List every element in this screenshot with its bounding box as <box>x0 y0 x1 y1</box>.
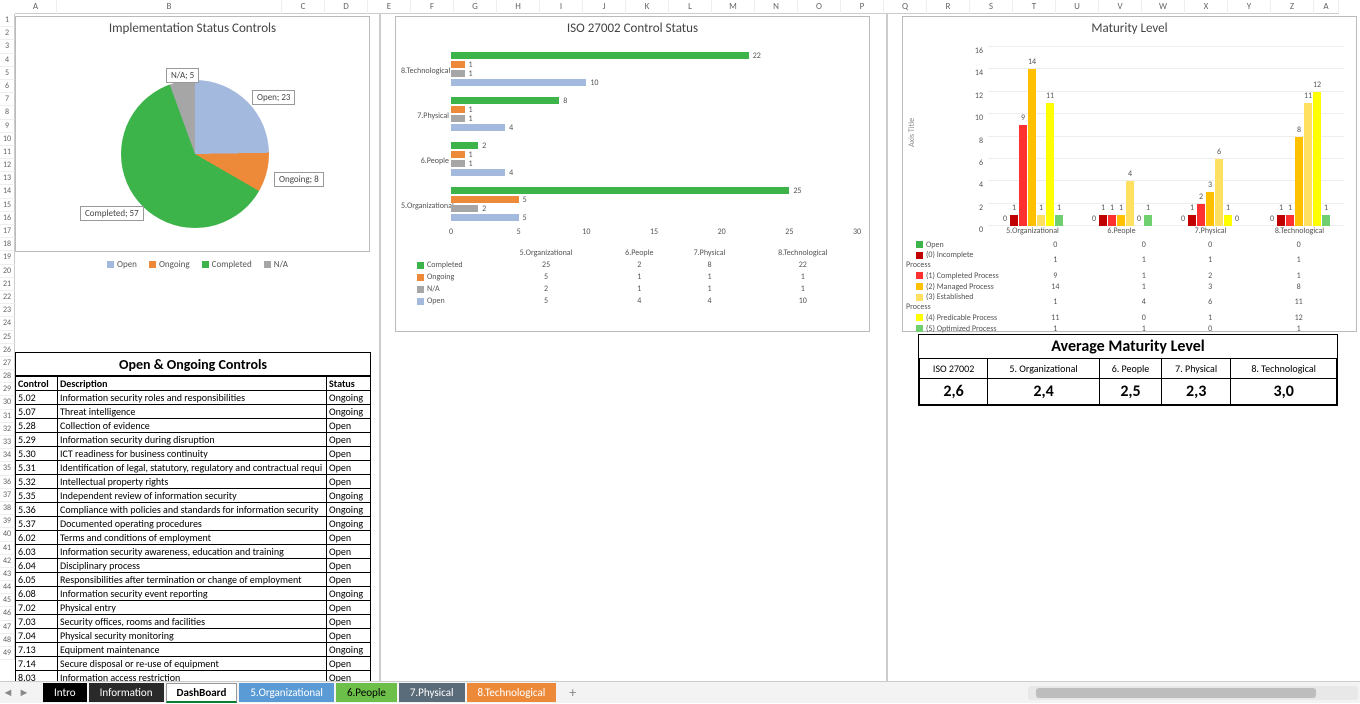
horizontal-scrollbar[interactable] <box>1028 686 1358 700</box>
tab-nav-prev[interactable]: ◄ <box>0 686 16 699</box>
worksheet-area: Implementation Status Controls N/A; 5 Op… <box>15 14 1360 681</box>
tab-organizational[interactable]: 5.Organizational <box>239 683 334 702</box>
avg-maturity-box: Average Maturity Level ISO 270025. Organ… <box>918 334 1338 406</box>
mbar-plot: 01914111101114010123610011811121 <box>988 47 1344 226</box>
tab-dashboard[interactable]: DashBoard <box>166 683 238 703</box>
hbar-data-table: 5.Organizational6.People7.Physical8.Tech… <box>406 247 859 329</box>
chart-title: Implementation Status Controls <box>16 17 369 40</box>
tab-physical[interactable]: 7.Physical <box>399 683 465 702</box>
tab-nav-next[interactable]: ► <box>16 686 32 699</box>
tab-information[interactable]: Information <box>89 683 164 702</box>
pie-label-completed: Completed; 57 <box>80 206 144 221</box>
pane-separator-2 <box>886 14 888 681</box>
tab-people[interactable]: 6.People <box>336 683 397 702</box>
tab-technological[interactable]: 8.Technological <box>467 683 557 702</box>
chart-title: Maturity Level <box>903 17 1356 40</box>
chart-title: ISO 27002 Control Status <box>396 17 869 40</box>
pie-legend: Open Ongoing Completed N/A <box>16 259 369 270</box>
row-headers: 1234567891011121314151617181920212223242… <box>0 14 15 660</box>
hbar-plot: 8.Technological2211107.Physical81146.Peo… <box>451 52 857 231</box>
y-axis-title: Axis Title <box>907 118 917 147</box>
mbar-data-table: Open0000(0) Incomplete Process1111(1) Co… <box>905 239 1354 329</box>
pie-area: N/A; 5 Open; 23 Ongoing; 8 Completed; 57… <box>16 40 369 274</box>
open-ongoing-table[interactable]: ControlDescriptionStatus5.02Information … <box>15 376 371 699</box>
pie-label-open: Open; 23 <box>252 90 295 105</box>
mbar-yaxis: 0246810121416 <box>963 47 985 226</box>
avg-maturity-title: Average Maturity Level <box>919 335 1337 358</box>
hbar-xaxis: 051015202530 <box>451 227 857 239</box>
tab-intro[interactable]: Intro <box>43 683 87 702</box>
pie-label-na: N/A; 5 <box>166 68 199 83</box>
tab-add[interactable]: + <box>558 681 587 704</box>
avg-maturity-table: ISO 270025. Organizational6. People7. Ph… <box>919 358 1337 405</box>
pane-separator-1 <box>379 14 381 681</box>
pie-label-ongoing: Ongoing; 8 <box>274 172 324 187</box>
sheet-tab-bar: ◄ ► Intro Information DashBoard 5.Organi… <box>0 681 1360 703</box>
column-headers: ABCDEFGHIJKLMNOPQRSTUVWXYZA <box>15 0 1360 14</box>
chart-iso27002-status[interactable]: ISO 27002 Control Status 8.Technological… <box>395 16 870 332</box>
open-ongoing-section: Open & Ongoing Controls ControlDescripti… <box>15 352 371 699</box>
open-ongoing-title: Open & Ongoing Controls <box>15 352 371 376</box>
chart-maturity-level[interactable]: Maturity Level Axis Title 0246810121416 … <box>902 16 1357 332</box>
chart-implementation-status[interactable]: Implementation Status Controls N/A; 5 Op… <box>15 16 370 252</box>
